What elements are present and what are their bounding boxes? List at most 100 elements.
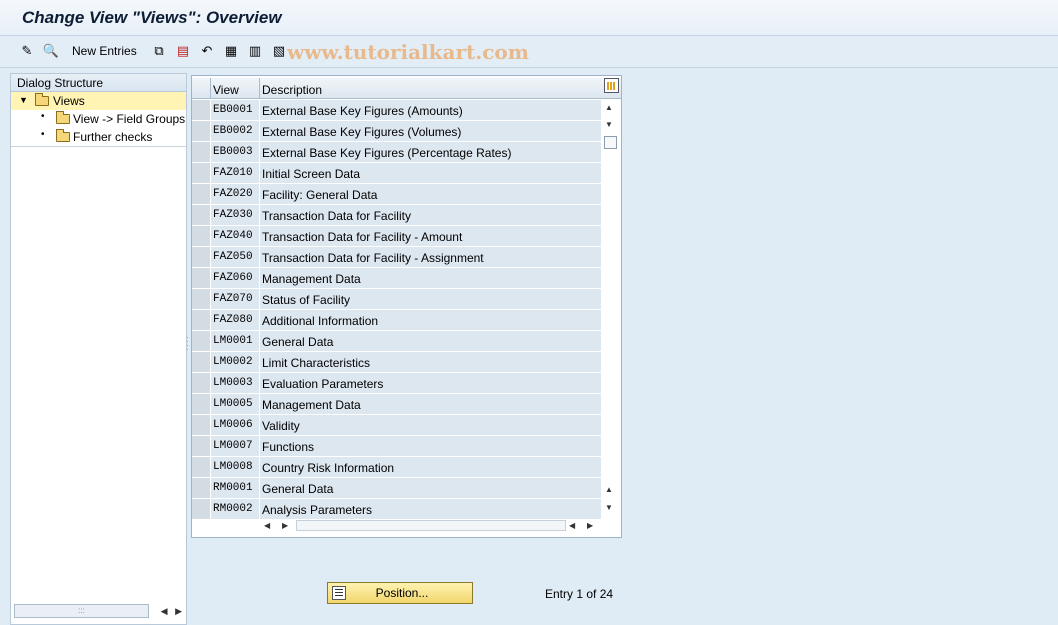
row-selector[interactable]: [192, 100, 211, 120]
cell-description[interactable]: Facility: General Data: [260, 184, 601, 204]
undo-icon[interactable]: ↶: [199, 43, 215, 59]
row-selector[interactable]: [192, 352, 211, 372]
cell-view[interactable]: FAZ060: [211, 268, 260, 288]
cell-view[interactable]: LM0001: [211, 331, 260, 351]
table-row[interactable]: LM0002 Limit Characteristics: [192, 352, 601, 373]
expand-triangle-icon[interactable]: ▼: [19, 95, 28, 105]
position-button[interactable]: Position...: [327, 582, 473, 604]
horizontal-scrollbar[interactable]: ◀ ▶ ◀ ▶: [192, 518, 601, 534]
vertical-scrollbar[interactable]: ▲ ▼ ▲ ▼: [601, 100, 619, 518]
scroll-track[interactable]: [296, 520, 566, 531]
scroll-left-end-icon[interactable]: ◀: [569, 521, 575, 530]
cell-description[interactable]: External Base Key Figures (Volumes): [260, 121, 601, 141]
cell-view[interactable]: FAZ070: [211, 289, 260, 309]
cell-view[interactable]: RM0001: [211, 478, 260, 498]
cell-description[interactable]: General Data: [260, 331, 601, 351]
new-entries-button[interactable]: New Entries: [72, 44, 137, 58]
column-header-description[interactable]: Description: [260, 78, 601, 98]
cell-description[interactable]: Country Risk Information: [260, 457, 601, 477]
scroll-page-up-icon[interactable]: ▲: [605, 485, 613, 494]
row-selector[interactable]: [192, 331, 211, 351]
scroll-arrows[interactable]: ◀ ▶: [161, 606, 182, 617]
table-row[interactable]: LM0007 Functions: [192, 436, 601, 457]
scroll-up-icon[interactable]: ▲: [605, 103, 613, 112]
cell-description[interactable]: External Base Key Figures (Percentage Ra…: [260, 142, 601, 162]
cell-view[interactable]: EB0003: [211, 142, 260, 162]
table-row[interactable]: EB0002 External Base Key Figures (Volumes…: [192, 121, 601, 142]
scroll-down-icon[interactable]: ▼: [605, 120, 613, 129]
table-row[interactable]: FAZ030 Transaction Data for Facility: [192, 205, 601, 226]
cell-description[interactable]: Functions: [260, 436, 601, 456]
row-selector[interactable]: [192, 394, 211, 414]
table-row[interactable]: LM0006 Validity: [192, 415, 601, 436]
table-row[interactable]: RM0001 General Data: [192, 478, 601, 499]
row-selector[interactable]: [192, 289, 211, 309]
cell-description[interactable]: Transaction Data for Facility - Assignme…: [260, 247, 601, 267]
delete-icon[interactable]: ▤: [175, 43, 191, 59]
row-selector[interactable]: [192, 457, 211, 477]
horizontal-scrollbar[interactable]: :::: [14, 604, 149, 618]
cell-view[interactable]: LM0006: [211, 415, 260, 435]
scroll-right-end-icon[interactable]: ▶: [587, 521, 593, 530]
cell-description[interactable]: Management Data: [260, 394, 601, 414]
table-row[interactable]: LM0005 Management Data: [192, 394, 601, 415]
cell-view[interactable]: FAZ080: [211, 310, 260, 330]
panel-splitter[interactable]: · · · ·: [186, 334, 189, 354]
cell-description[interactable]: Transaction Data for Facility - Amount: [260, 226, 601, 246]
change-display-icon[interactable]: ✎: [19, 43, 35, 59]
cell-description[interactable]: Evaluation Parameters: [260, 373, 601, 393]
row-selector[interactable]: [192, 121, 211, 141]
row-selector[interactable]: [192, 499, 211, 519]
cell-view[interactable]: LM0002: [211, 352, 260, 372]
cell-view[interactable]: RM0002: [211, 499, 260, 519]
row-selector[interactable]: [192, 163, 211, 183]
row-selector[interactable]: [192, 205, 211, 225]
cell-view[interactable]: EB0001: [211, 100, 260, 120]
copy-icon[interactable]: ⧉: [151, 43, 167, 59]
row-selector[interactable]: [192, 478, 211, 498]
cell-description[interactable]: Management Data: [260, 268, 601, 288]
row-selector[interactable]: [192, 436, 211, 456]
tree-item-further-checks[interactable]: • Further checks: [11, 128, 186, 146]
tree-item-views[interactable]: ▼ Views: [11, 92, 186, 110]
row-selector[interactable]: [192, 268, 211, 288]
cell-description[interactable]: General Data: [260, 478, 601, 498]
row-selector[interactable]: [192, 142, 211, 162]
table-row[interactable]: FAZ060 Management Data: [192, 268, 601, 289]
cell-description[interactable]: Validity: [260, 415, 601, 435]
column-header-view[interactable]: View: [211, 78, 260, 98]
cell-view[interactable]: LM0007: [211, 436, 260, 456]
cell-description[interactable]: Additional Information: [260, 310, 601, 330]
row-selector[interactable]: [192, 415, 211, 435]
cell-view[interactable]: LM0003: [211, 373, 260, 393]
cell-description[interactable]: Initial Screen Data: [260, 163, 601, 183]
row-selector[interactable]: [192, 310, 211, 330]
row-selector[interactable]: [192, 226, 211, 246]
row-selector[interactable]: [192, 373, 211, 393]
table-row[interactable]: LM0008 Country Risk Information: [192, 457, 601, 478]
table-row[interactable]: FAZ070 Status of Facility: [192, 289, 601, 310]
cell-view[interactable]: FAZ030: [211, 205, 260, 225]
cell-view[interactable]: FAZ050: [211, 247, 260, 267]
cell-view[interactable]: FAZ040: [211, 226, 260, 246]
table-row[interactable]: RM0002 Analysis Parameters: [192, 499, 601, 520]
cell-view[interactable]: FAZ010: [211, 163, 260, 183]
row-selector[interactable]: [192, 184, 211, 204]
table-row[interactable]: FAZ050 Transaction Data for Facility - As…: [192, 247, 601, 268]
table-row[interactable]: FAZ010 Initial Screen Data: [192, 163, 601, 184]
details-icon[interactable]: 🔍: [43, 43, 59, 59]
deselect-all-icon[interactable]: ▧: [271, 43, 287, 59]
cell-description[interactable]: Transaction Data for Facility: [260, 205, 601, 225]
cell-description[interactable]: Status of Facility: [260, 289, 601, 309]
scroll-page-down-icon[interactable]: ▼: [605, 503, 613, 512]
table-row[interactable]: FAZ020 Facility: General Data: [192, 184, 601, 205]
tree-item-view-field-groups[interactable]: • View -> Field Groups: [11, 110, 186, 128]
scroll-thumb[interactable]: [604, 136, 617, 149]
table-settings-icon[interactable]: [604, 78, 619, 93]
cell-description[interactable]: Limit Characteristics: [260, 352, 601, 372]
cell-view[interactable]: EB0002: [211, 121, 260, 141]
select-block-icon[interactable]: ▥: [247, 43, 263, 59]
scroll-left-icon[interactable]: ◀: [264, 521, 270, 530]
table-row[interactable]: EB0003 External Base Key Figures (Percent…: [192, 142, 601, 163]
table-row[interactable]: LM0003 Evaluation Parameters: [192, 373, 601, 394]
